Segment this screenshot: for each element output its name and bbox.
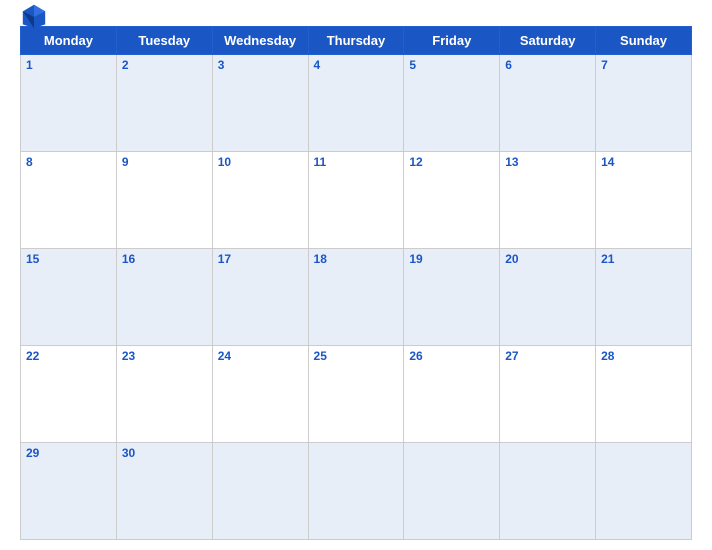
day-number: 24 [218, 349, 231, 363]
day-number: 6 [505, 58, 512, 72]
day-number: 26 [409, 349, 422, 363]
day-number: 18 [314, 252, 327, 266]
day-number: 8 [26, 155, 33, 169]
calendar-cell: 11 [308, 152, 404, 249]
calendar-cell [404, 443, 500, 540]
calendar-cell: 21 [596, 249, 692, 346]
day-number: 29 [26, 446, 39, 460]
calendar-cell: 27 [500, 346, 596, 443]
calendar-week-row: 1 2 3 4 5 6 7 [21, 55, 692, 152]
calendar-cell: 7 [596, 55, 692, 152]
weekday-header-tuesday: Tuesday [116, 27, 212, 55]
calendar-cell: 1 [21, 55, 117, 152]
day-number: 17 [218, 252, 231, 266]
day-number: 13 [505, 155, 518, 169]
calendar-cell: 15 [21, 249, 117, 346]
calendar-cell [500, 443, 596, 540]
calendar-cell: 23 [116, 346, 212, 443]
day-number: 15 [26, 252, 39, 266]
weekday-header-friday: Friday [404, 27, 500, 55]
calendar-cell: 3 [212, 55, 308, 152]
calendar-cell: 12 [404, 152, 500, 249]
weekday-header-monday: Monday [21, 27, 117, 55]
calendar-cell: 29 [21, 443, 117, 540]
calendar-week-row: 22 23 24 25 26 27 28 [21, 346, 692, 443]
day-number: 10 [218, 155, 231, 169]
calendar-cell: 5 [404, 55, 500, 152]
calendar-cell [308, 443, 404, 540]
calendar-cell: 17 [212, 249, 308, 346]
calendar-cell: 26 [404, 346, 500, 443]
day-number: 1 [26, 58, 33, 72]
calendar-cell: 9 [116, 152, 212, 249]
calendar-cell: 2 [116, 55, 212, 152]
day-number: 11 [314, 155, 327, 169]
logo [20, 2, 52, 30]
calendar-cell: 22 [21, 346, 117, 443]
header [20, 10, 692, 20]
calendar-cell: 6 [500, 55, 596, 152]
day-number: 20 [505, 252, 518, 266]
day-number: 23 [122, 349, 135, 363]
calendar-week-row: 15 16 17 18 19 20 21 [21, 249, 692, 346]
weekday-header-sunday: Sunday [596, 27, 692, 55]
calendar-cell: 16 [116, 249, 212, 346]
day-number: 9 [122, 155, 129, 169]
calendar-cell: 8 [21, 152, 117, 249]
calendar-cell [212, 443, 308, 540]
day-number: 4 [314, 58, 321, 72]
weekday-header-thursday: Thursday [308, 27, 404, 55]
calendar-cell: 30 [116, 443, 212, 540]
day-number: 21 [601, 252, 614, 266]
day-number: 28 [601, 349, 614, 363]
calendar-cell: 10 [212, 152, 308, 249]
calendar-cell [596, 443, 692, 540]
calendar-cell: 19 [404, 249, 500, 346]
weekday-header-saturday: Saturday [500, 27, 596, 55]
day-number: 7 [601, 58, 608, 72]
calendar-cell: 20 [500, 249, 596, 346]
day-number: 14 [601, 155, 614, 169]
calendar-cell: 14 [596, 152, 692, 249]
calendar-week-row: 8 9 10 11 12 13 14 [21, 152, 692, 249]
calendar-cell: 25 [308, 346, 404, 443]
calendar-cell: 4 [308, 55, 404, 152]
day-number: 19 [409, 252, 422, 266]
day-number: 3 [218, 58, 225, 72]
logo-icon [20, 2, 48, 30]
day-number: 30 [122, 446, 135, 460]
day-number: 22 [26, 349, 39, 363]
day-number: 25 [314, 349, 327, 363]
calendar-cell: 28 [596, 346, 692, 443]
day-number: 27 [505, 349, 518, 363]
calendar-cell: 13 [500, 152, 596, 249]
weekday-header-wednesday: Wednesday [212, 27, 308, 55]
day-number: 2 [122, 58, 129, 72]
calendar-cell: 24 [212, 346, 308, 443]
calendar-week-row: 29 30 [21, 443, 692, 540]
calendar-cell: 18 [308, 249, 404, 346]
calendar: MondayTuesdayWednesdayThursdayFridaySatu… [20, 26, 692, 540]
day-number: 12 [409, 155, 422, 169]
weekday-header-row: MondayTuesdayWednesdayThursdayFridaySatu… [21, 27, 692, 55]
day-number: 16 [122, 252, 135, 266]
day-number: 5 [409, 58, 416, 72]
